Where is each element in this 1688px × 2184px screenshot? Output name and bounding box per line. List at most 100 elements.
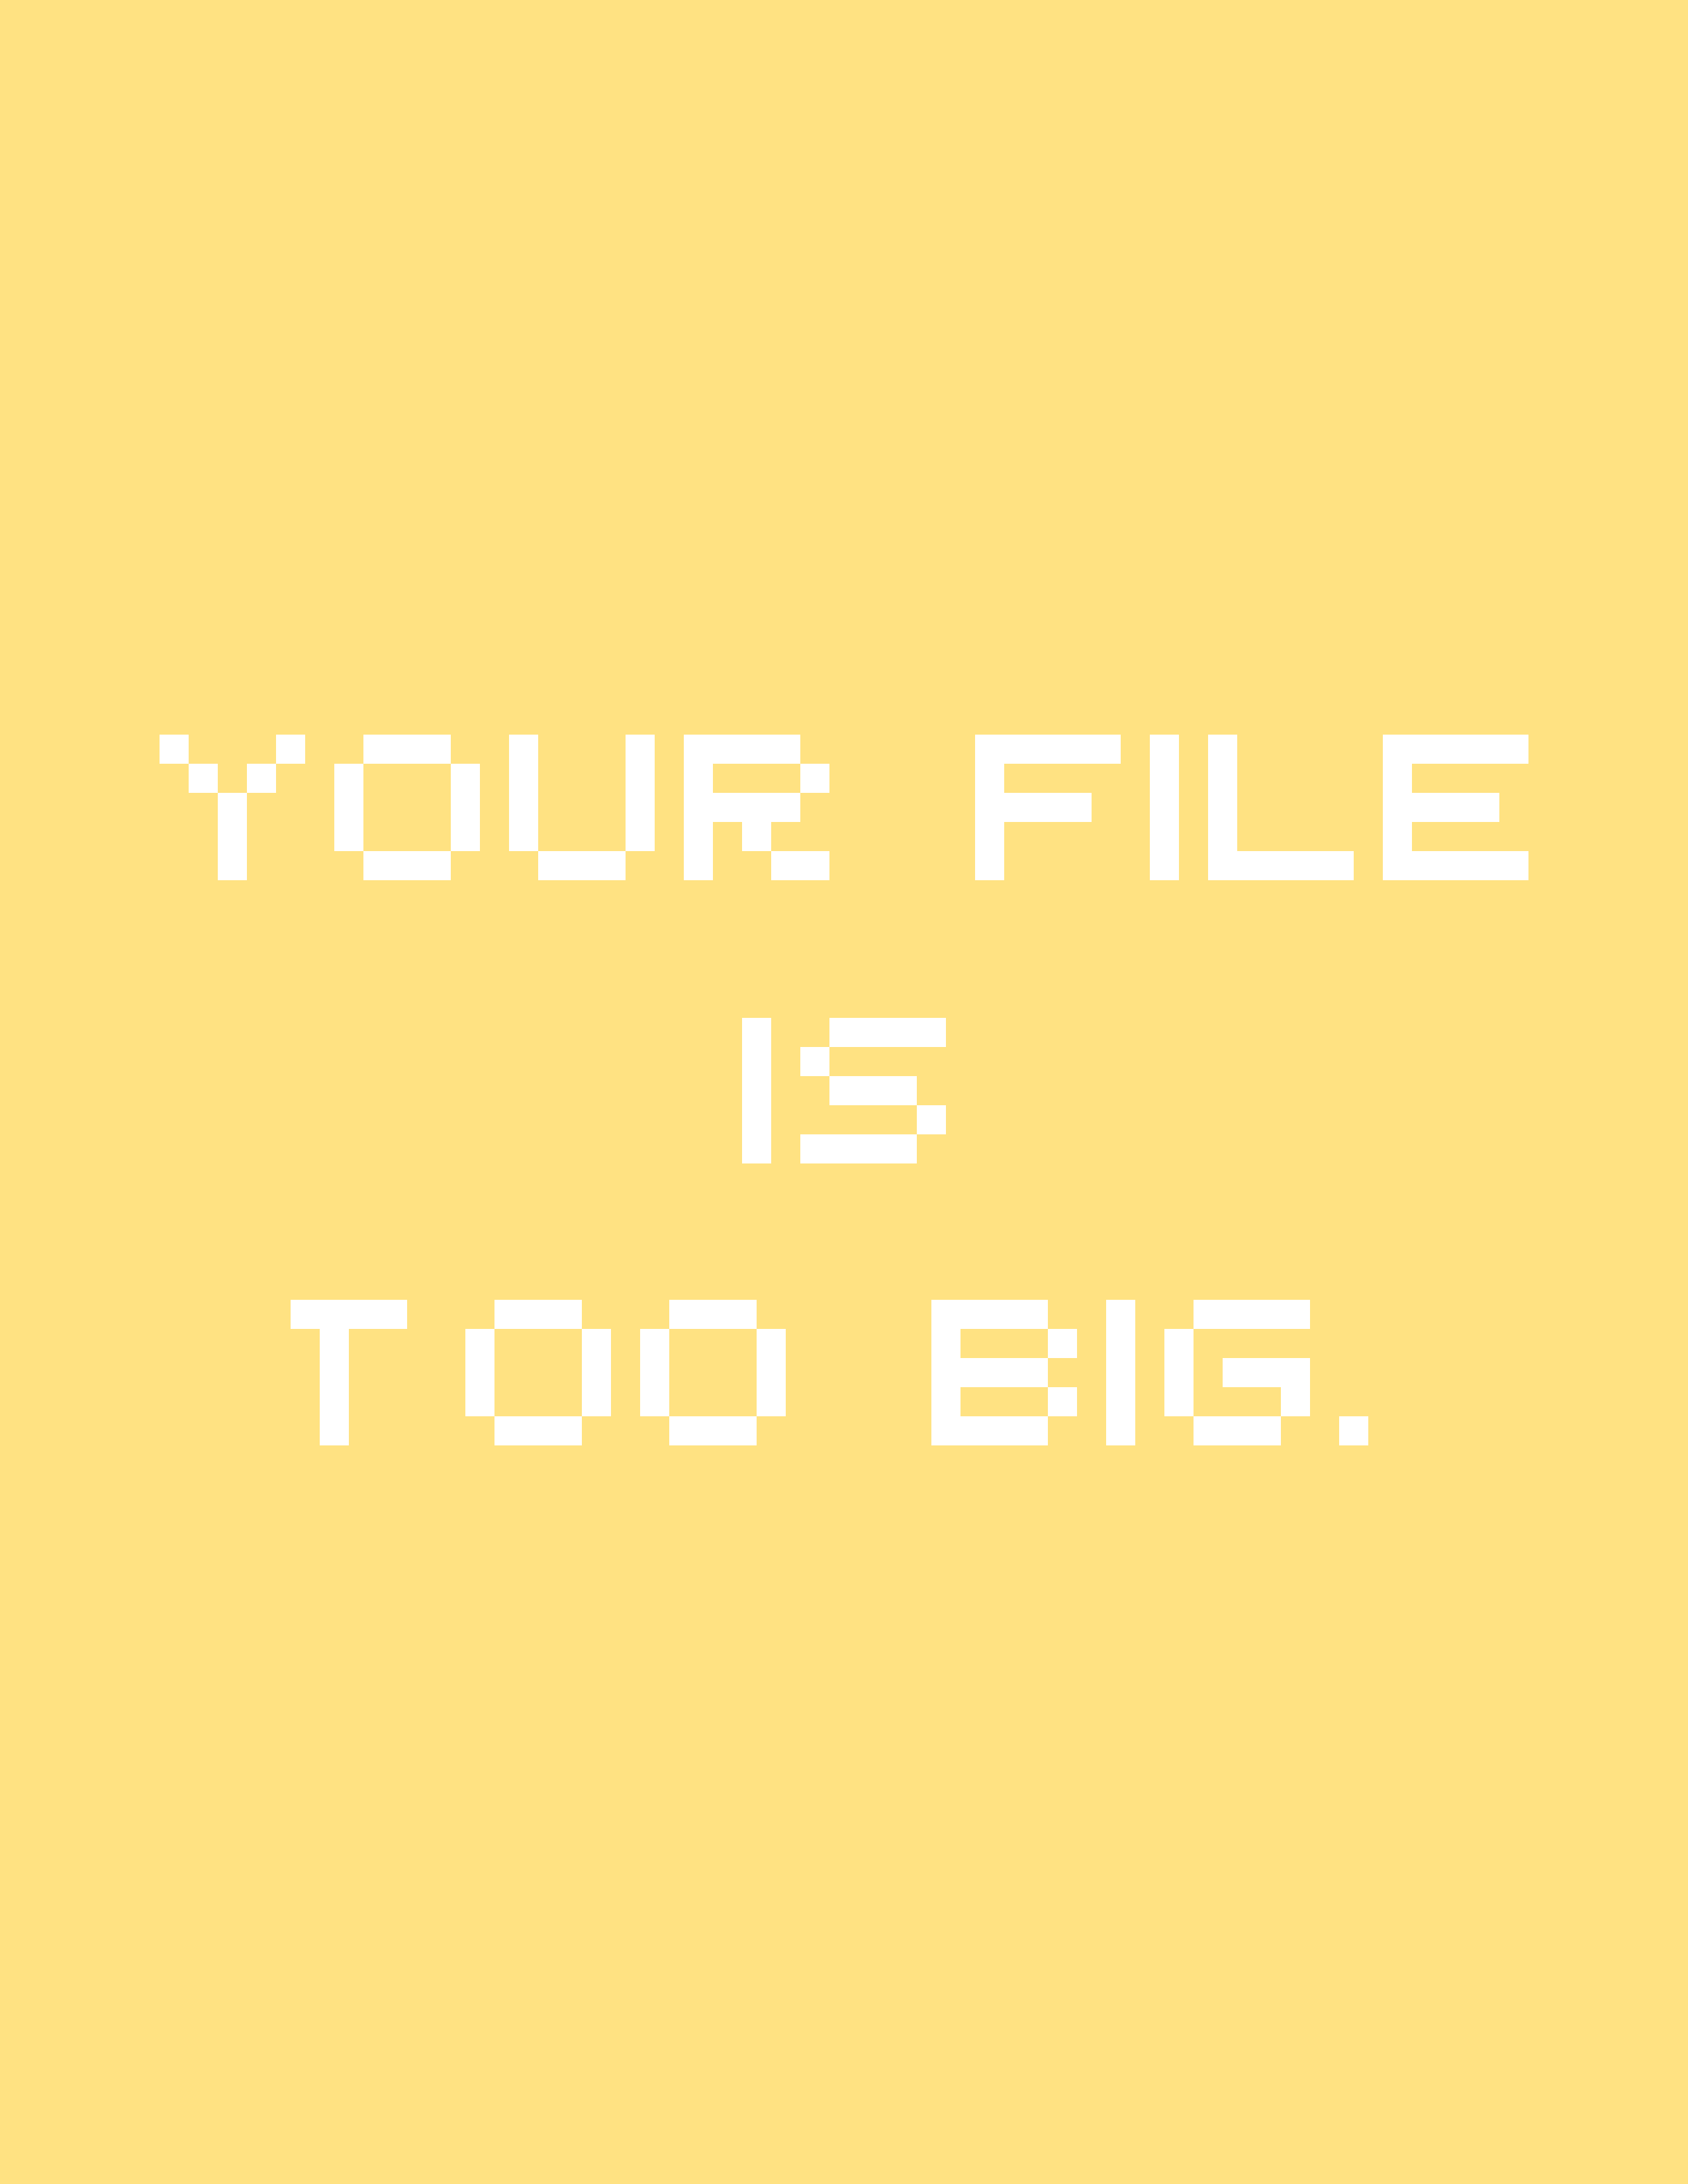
glyph-pixel [1062, 735, 1092, 764]
message-line-1-text: YOUR FILE [0, 0, 1, 1]
glyph-pixel [1150, 822, 1179, 851]
glyph-pixel [1339, 1416, 1368, 1445]
glyph-e [1383, 735, 1528, 880]
glyph-pixel [1033, 735, 1062, 764]
glyph-g [1164, 1300, 1310, 1445]
glyph-i [742, 1018, 771, 1163]
glyph-pixel [1004, 735, 1033, 764]
glyph-pixel [378, 1300, 407, 1329]
glyph-o [334, 735, 480, 880]
glyph-pixel [291, 1300, 320, 1329]
glyph-pixel [727, 1300, 757, 1329]
glyph-pixel [698, 1416, 727, 1445]
glyph-pixel [684, 764, 713, 793]
glyph-f [975, 735, 1121, 880]
glyph-pixel [961, 1300, 990, 1329]
glyph-pixel [1048, 1387, 1077, 1416]
glyph-pixel [320, 1329, 349, 1358]
glyph-pixel [975, 735, 1004, 764]
glyph-pixel [800, 764, 829, 793]
glyph-pixel [1208, 735, 1237, 764]
glyph-pixel [1470, 735, 1499, 764]
glyph-pixel [1150, 793, 1179, 822]
glyph-pixel [800, 1134, 829, 1163]
glyph-pixel [1412, 851, 1441, 880]
glyph-pixel [582, 1358, 611, 1387]
glyph-pixel [160, 735, 189, 764]
glyph-pixel [975, 764, 1004, 793]
glyph-pixel [1237, 851, 1266, 880]
glyph-pixel [494, 1300, 524, 1329]
glyph-pixel [990, 1358, 1019, 1387]
glyph-pixel [1266, 851, 1295, 880]
glyph-pixel [888, 1076, 917, 1105]
glyph-pixel [975, 851, 1004, 880]
glyph-pixel [859, 1076, 888, 1105]
glyph-pixel [727, 1416, 757, 1445]
glyph-pixel [1470, 851, 1499, 880]
glyph-pixel [553, 1416, 582, 1445]
glyph-pixel [1383, 764, 1412, 793]
glyph-pixel [1150, 764, 1179, 793]
glyph-pixel [451, 793, 480, 822]
glyph-pixel [771, 793, 800, 822]
glyph-pixel [509, 735, 538, 764]
glyph-pixel [1383, 822, 1412, 851]
glyph-pixel [393, 735, 422, 764]
glyph-pixel [1412, 735, 1441, 764]
glyph-pixel [320, 1358, 349, 1387]
glyph-pixel [349, 1300, 378, 1329]
glyph-pixel [218, 851, 247, 880]
glyph-pixel [990, 1416, 1019, 1445]
glyph-pixel [742, 822, 771, 851]
glyph-pixel [1106, 1387, 1135, 1416]
glyph-pixel [1208, 764, 1237, 793]
glyph-pixel [509, 822, 538, 851]
glyph-pixel [1223, 1416, 1252, 1445]
glyph-pixel [626, 822, 655, 851]
glyph-pixel [320, 1387, 349, 1416]
message-line-2-text: IS [0, 0, 1, 1]
glyph-pixel [1194, 1416, 1223, 1445]
glyph-pixel [742, 793, 771, 822]
glyph-pixel [742, 1105, 771, 1134]
glyph-pixel [509, 793, 538, 822]
glyph-pixel [334, 793, 363, 822]
glyph-pixel [742, 735, 771, 764]
glyph-pixel [975, 793, 1004, 822]
glyph-pixel [393, 851, 422, 880]
glyph-pixel [1383, 735, 1412, 764]
glyph-pixel [757, 1358, 786, 1387]
glyph-pixel [800, 851, 829, 880]
glyph-pixel [888, 1134, 917, 1163]
glyph-pixel [1383, 851, 1412, 880]
glyph-pixel [320, 1300, 349, 1329]
glyph-pixel [742, 1134, 771, 1163]
glyph-pixel [1470, 793, 1499, 822]
glyph-pixel [640, 1358, 669, 1387]
glyph-pixel [931, 1358, 961, 1387]
glyph-pixel [1295, 851, 1325, 880]
glyph-pixel [1208, 851, 1237, 880]
glyph-pixel [553, 1300, 582, 1329]
glyph-pixel [1106, 1329, 1135, 1358]
glyph-pixel [990, 1300, 1019, 1329]
glyph-pixel [596, 851, 626, 880]
glyph-pixel [524, 1416, 553, 1445]
glyph-pixel [931, 1329, 961, 1358]
glyph-pixel [1412, 793, 1441, 822]
glyph-pixel [1281, 1387, 1310, 1416]
glyph-pixel [567, 851, 596, 880]
glyph-pixel [684, 793, 713, 822]
glyph-pixel [494, 1416, 524, 1445]
glyph-pixel [975, 822, 1004, 851]
glyph-pixel [582, 1329, 611, 1358]
glyph-r [684, 735, 829, 880]
glyph-pixel [1106, 1358, 1135, 1387]
glyph-pixel [626, 793, 655, 822]
glyph-pixel [1252, 1416, 1281, 1445]
glyph-pixel [538, 851, 567, 880]
glyph-pixel [859, 1018, 888, 1047]
glyph-pixel [509, 764, 538, 793]
glyph-pixel [582, 1387, 611, 1416]
